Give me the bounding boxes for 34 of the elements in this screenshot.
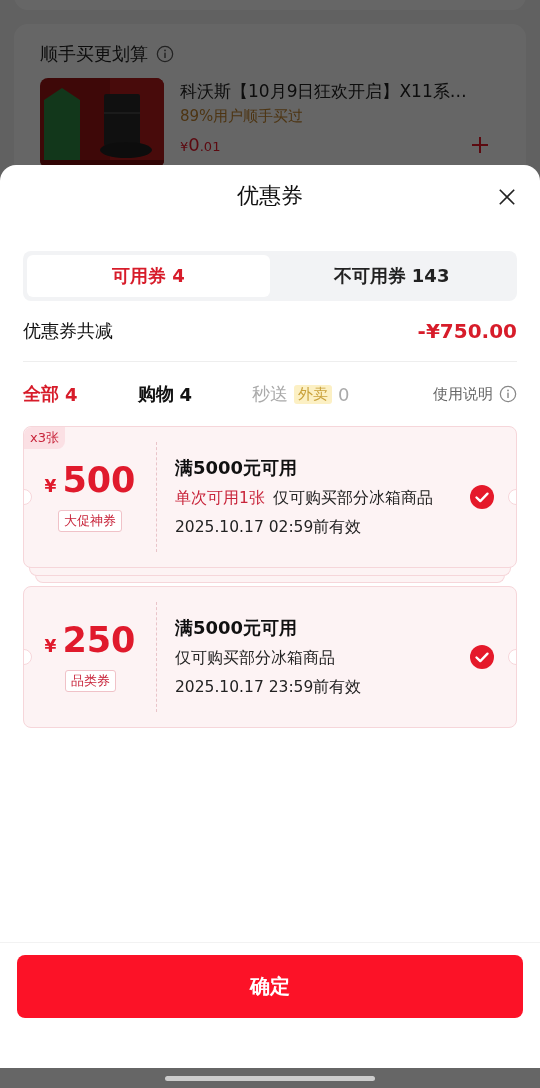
coupon-amount: ¥ 500 — [44, 462, 136, 498]
sheet-title: 优惠券 — [237, 182, 303, 210]
checked-icon[interactable] — [470, 645, 494, 669]
coupon-tab[interactable]: 可用券 4 — [27, 255, 270, 297]
info-icon[interactable] — [499, 385, 517, 403]
product-price: ¥0.01 — [180, 134, 221, 155]
product-note: 89%用户顺手买过 — [180, 107, 305, 126]
expiry-date: 2025.10.17 23:59前有效 — [175, 677, 363, 698]
expiry-date: 2025.10.17 02:59前有效 — [175, 517, 363, 538]
section-title: 顺手买更划算 — [40, 42, 148, 66]
checked-icon[interactable] — [470, 485, 494, 509]
coupon-amount: ¥ 250 — [44, 622, 136, 658]
total-discount-amount: -¥750.00 — [417, 319, 517, 343]
coupon-tab[interactable]: 不可用券 143 — [270, 255, 513, 297]
coupon-card[interactable]: x3张 ¥ 500 大促神券 满5000元可用 单次可用1张 仅可购买部分冰箱商品 2025.10.17 02:59前有效 — [23, 426, 517, 568]
coupon-scope: 仅可购买部分冰箱商品 — [175, 648, 335, 669]
close-icon[interactable] — [498, 188, 516, 206]
quantity-badge: x3张 — [24, 427, 65, 449]
product-title: 科沃斯【10月9日狂欢开启】X11系… — [180, 80, 468, 103]
coupon-type-tag: 品类券 — [64, 669, 116, 692]
coupon-type-tag: 大促神券 — [58, 509, 122, 532]
info-icon[interactable] — [156, 45, 174, 63]
usage-help-link[interactable]: 使用说明 — [433, 384, 493, 404]
plus-icon[interactable] — [470, 134, 490, 155]
coupon-scope: 仅可购买部分冰箱商品 — [272, 488, 433, 509]
filter-tab[interactable]: 全部 4 — [23, 382, 78, 406]
confirm-button[interactable]: 确定 — [17, 955, 523, 1018]
coupon-condition: 满5000元可用 — [175, 456, 299, 480]
home-indicator[interactable] — [165, 1075, 375, 1081]
total-discount-label: 优惠券共减 — [23, 319, 113, 343]
usage-limit: 单次可用1张 — [175, 488, 265, 509]
coupon-card[interactable]: ¥ 250 品类券 满5000元可用 仅可购买部分冰箱商品 2025.10.17 23:59前有效 — [23, 586, 517, 728]
filter-tab[interactable]: 购物 4 — [137, 382, 193, 406]
coupon-condition: 满5000元可用 — [175, 616, 299, 640]
